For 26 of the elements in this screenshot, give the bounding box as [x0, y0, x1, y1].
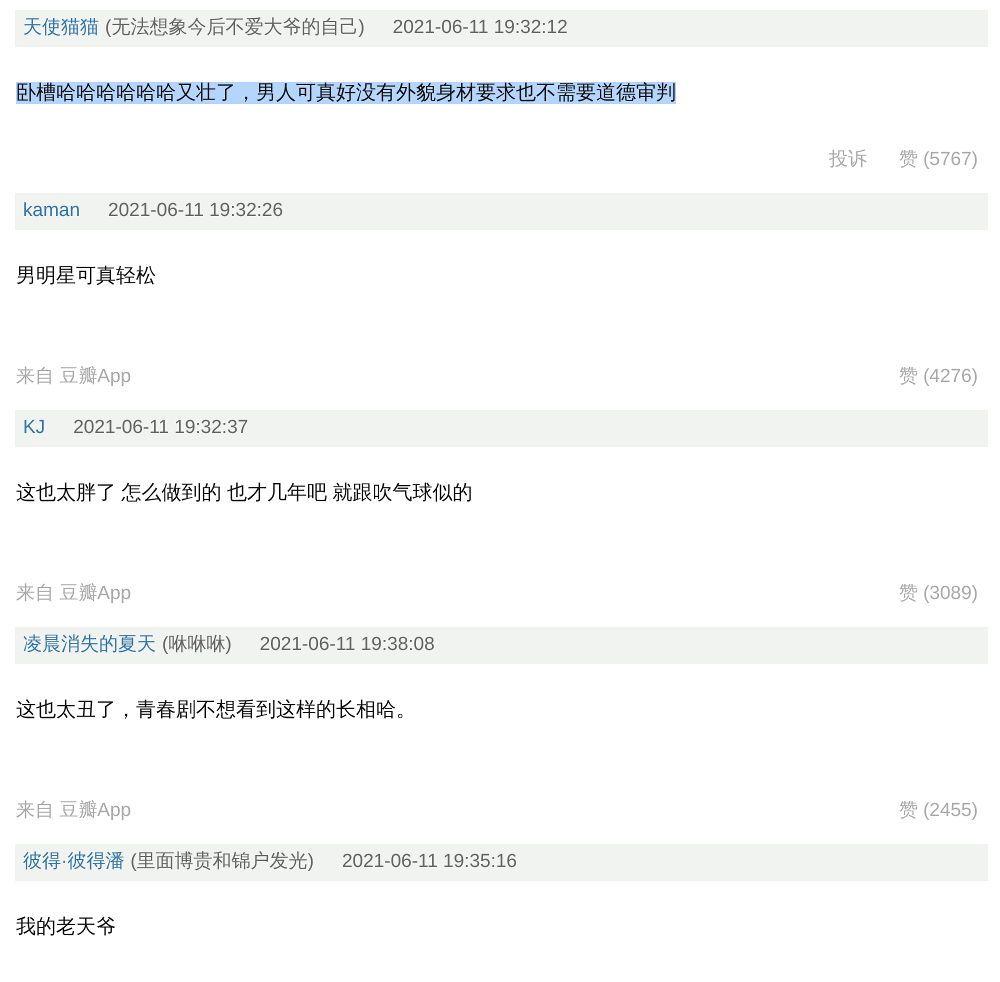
comment-text: 我的老天爷 — [16, 916, 116, 938]
source-label: 来自 豆瓣App — [16, 582, 132, 606]
like-link[interactable]: 赞 (5767) — [898, 146, 978, 174]
comment-text: 卧槽哈哈哈哈哈哈又壮了，男人可真好没有外貌身材要求也不需要道德审判 — [16, 82, 676, 104]
comment-time: 2021-06-11 19:32:26 — [108, 199, 284, 224]
comment-time: 2021-06-11 19:35:16 — [342, 850, 518, 874]
username-link[interactable]: 天使猫猫 — [23, 14, 99, 43]
like-link[interactable]: 赞 (3089) — [898, 580, 978, 608]
username-link[interactable]: kaman — [23, 197, 80, 226]
user-note: (里面博贵和锦户发光) — [130, 850, 314, 874]
username-link[interactable]: KJ — [23, 414, 46, 443]
like-link[interactable]: 赞 (4276) — [898, 362, 978, 392]
report-link[interactable]: 投诉 — [828, 146, 867, 174]
username-link[interactable]: 凌晨消失的夏天 — [23, 631, 156, 660]
username-link[interactable]: 彼得·彼得潘 — [23, 848, 124, 877]
comment-text: 男明星可真轻松 — [16, 265, 156, 287]
like-link[interactable]: 赞 (2455) — [898, 796, 978, 826]
comment-text: 这也太胖了 怎么做到的 也才几年吧 就跟吹气球似的 — [16, 482, 473, 504]
user-note: (咻咻咻) — [162, 633, 232, 658]
comment-time: 2021-06-11 19:32:37 — [73, 416, 248, 440]
source-label: 来自 豆瓣App — [16, 798, 132, 823]
comment-time: 2021-06-11 19:38:08 — [260, 633, 435, 658]
comment-text: 这也太丑了，青春剧不想看到这样的长相哈。 — [16, 699, 416, 721]
source-label: 来自 豆瓣App — [16, 364, 132, 389]
user-note: (无法想象今后不爱大爷的自己) — [105, 16, 365, 40]
comment-time: 2021-06-11 19:32:12 — [392, 16, 568, 40]
